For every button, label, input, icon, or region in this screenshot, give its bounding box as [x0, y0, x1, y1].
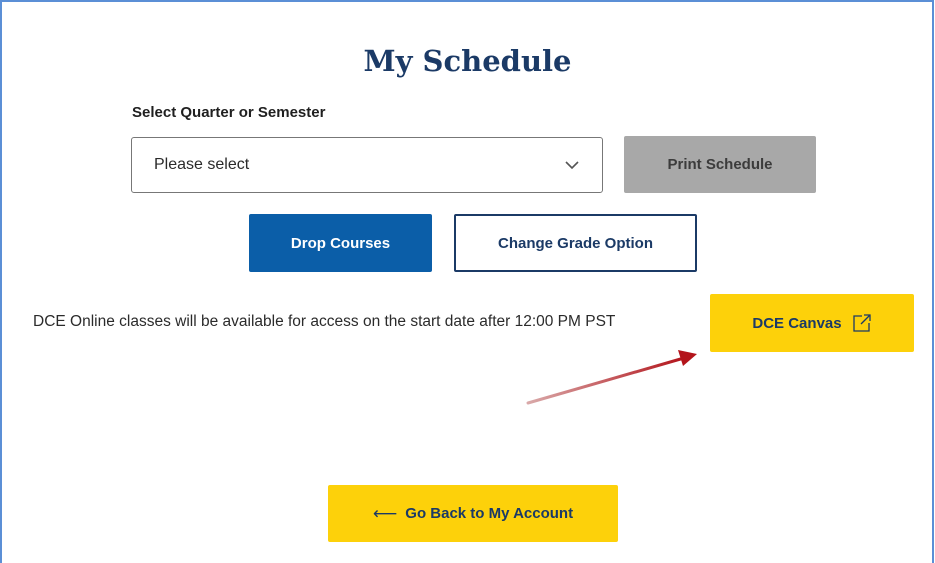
- dce-canvas-label: DCE Canvas: [752, 314, 842, 332]
- change-grade-option-button[interactable]: Change Grade Option: [454, 214, 697, 272]
- back-to-account-label: Go Back to My Account: [405, 505, 574, 522]
- print-schedule-button[interactable]: Print Schedule: [624, 136, 816, 193]
- term-select-value: Please select: [154, 156, 250, 173]
- chevron-down-icon: [564, 157, 580, 173]
- term-select[interactable]: Please select: [131, 137, 603, 193]
- back-to-account-button[interactable]: ⟵ Go Back to My Account: [328, 485, 618, 542]
- external-link-icon: [852, 313, 872, 333]
- online-access-notice: DCE Online classes will be available for…: [33, 313, 616, 330]
- arrow-left-icon: ⟵: [372, 503, 398, 523]
- dce-canvas-button[interactable]: DCE Canvas: [710, 294, 914, 352]
- term-select-label: Select Quarter or Semester: [132, 104, 326, 121]
- page-title: My Schedule: [363, 44, 572, 78]
- drop-courses-button[interactable]: Drop Courses: [249, 214, 432, 272]
